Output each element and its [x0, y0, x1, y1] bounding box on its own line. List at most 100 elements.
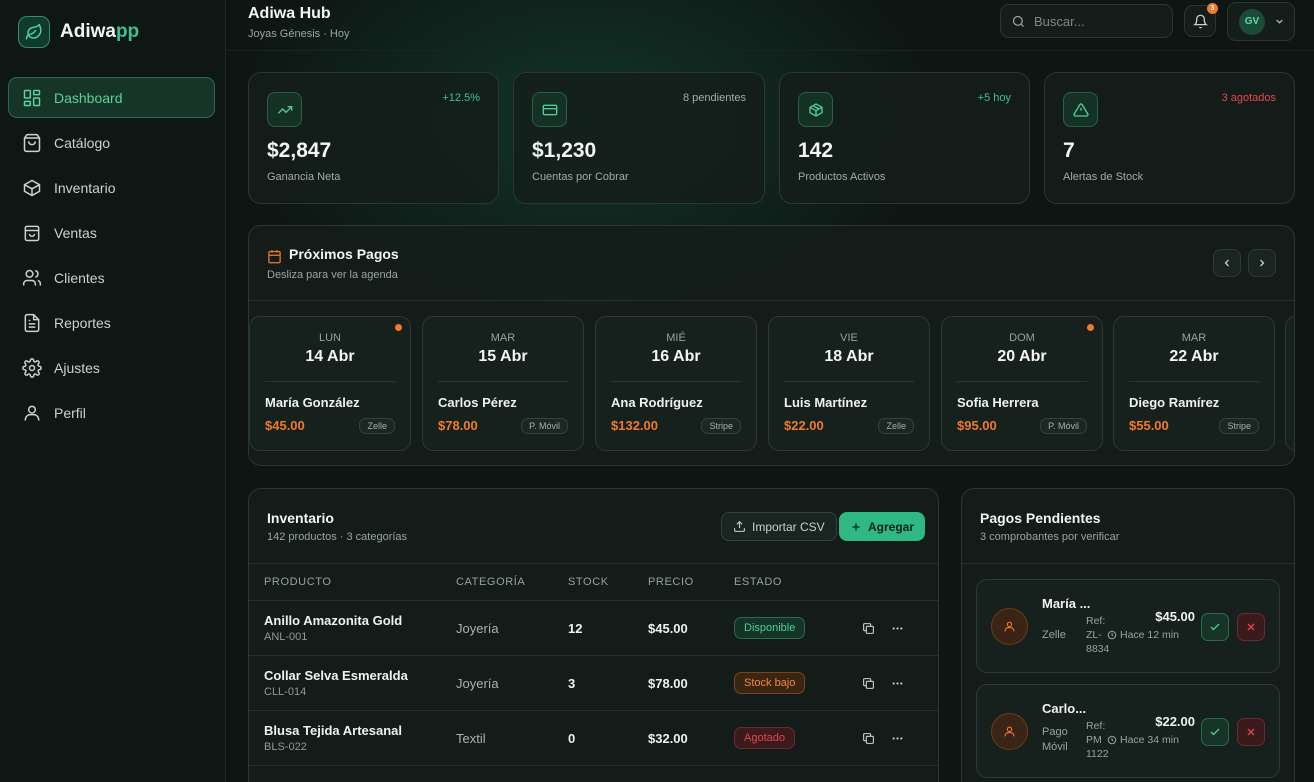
pending-time: Hace 34 min [1107, 734, 1179, 746]
stat-value: $1,230 [532, 139, 597, 162]
table-row[interactable]: Blusa Tejida Artesanal BLS-022 Textil 0 … [249, 710, 938, 765]
add-product-button[interactable]: Agregar [839, 512, 926, 541]
status-badge: Disponible [734, 617, 806, 639]
section-title: Inventario [267, 510, 334, 526]
copy-icon[interactable] [860, 620, 876, 636]
sidebar-item-reportes[interactable]: Reportes [8, 302, 215, 343]
stat-card-cuentas[interactable]: 8 pendientes $1,230 Cuentas por Cobrar [513, 72, 765, 204]
more-icon[interactable] [889, 675, 905, 691]
ref-line: 8834 [1086, 643, 1110, 655]
payment-amount: $78.00 [438, 418, 478, 433]
sidebar-item-clientes[interactable]: Clientes [8, 257, 215, 298]
sidebar-item-label: Clientes [54, 269, 105, 286]
product-name: Collar Selva Esmeralda [264, 668, 408, 683]
pending-amount: $22.00 [1155, 714, 1195, 729]
ref-line: ZL- [1086, 629, 1102, 641]
status-badge: Stock bajo [734, 672, 806, 694]
table-row[interactable]: Anillo Amazonita Gold ANL-001 Joyería 12… [249, 600, 938, 655]
payment-card[interactable]: VIE 18 Abr Luis Martínez $22.00 Zelle [768, 316, 930, 451]
notifications-button[interactable]: 3 [1184, 3, 1218, 37]
product-name: Anillo Amazonita Gold [264, 613, 403, 628]
approve-button[interactable] [1201, 718, 1229, 746]
stat-card-productos[interactable]: +5 hoy 142 Productos Activos [779, 72, 1030, 204]
user-menu-button[interactable]: GV [1227, 2, 1295, 41]
payment-client: Ana Rodríguez [611, 395, 703, 410]
payment-day: DOM [1009, 332, 1035, 344]
upcoming-payments-panel: Próximos Pagos Desliza para ver la agend… [248, 225, 1295, 466]
search-input[interactable] [1034, 13, 1164, 29]
user-icon [991, 608, 1028, 645]
alert-dot [395, 324, 402, 331]
next-button[interactable] [1248, 249, 1276, 277]
sidebar-item-label: Dashboard [54, 89, 123, 106]
copy-icon[interactable] [860, 675, 876, 691]
sidebar-item-label: Catálogo [54, 134, 111, 151]
pending-payment-card[interactable]: María ... Zelle Ref: ZL- 8834 $45.00 Hac… [976, 579, 1280, 673]
product-price: $78.00 [648, 676, 688, 691]
sidebar-item-ventas[interactable]: Ventas [8, 212, 215, 253]
main-content: Adiwa Hub Joyas Génesis · Hoy 3 GV +12.5… [227, 0, 1314, 782]
stat-badge: +5 hoy [977, 92, 1011, 104]
payment-card[interactable]: MAR 15 Abr Carlos Pérez $78.00 P. Móvil [422, 316, 584, 451]
column-header[interactable]: CATEGORÍA [456, 576, 525, 588]
payment-method-badge: Stripe [701, 418, 741, 434]
pending-method: Pago Móvil [1042, 725, 1068, 755]
product-name: Blusa Tejida Artesanal [264, 723, 402, 738]
product-stock: 12 [568, 621, 583, 636]
column-header[interactable]: PRECIO [648, 576, 694, 588]
topbar: Adiwa Hub Joyas Génesis · Hoy 3 GV [227, 0, 1314, 51]
calendar-icon [268, 250, 281, 264]
column-header[interactable]: PRODUCTO [264, 576, 332, 588]
payment-card[interactable]: DOM 20 Abr Sofia Herrera $95.00 P. Móvil [941, 316, 1103, 451]
stat-card-ganancia[interactable]: +12.5% $2,847 Ganancia Neta [248, 72, 499, 204]
sidebar-item-dashboard[interactable]: Dashboard [8, 77, 215, 118]
approve-button[interactable] [1201, 613, 1229, 641]
sidebar-item-inventario[interactable]: Inventario [8, 167, 215, 208]
reject-button[interactable] [1237, 613, 1265, 641]
import-csv-button[interactable]: Importar CSV [721, 512, 837, 541]
search-box[interactable] [1000, 4, 1173, 38]
table-row[interactable]: Collar Selva Esmeralda CLL-014 Joyería 3… [249, 655, 938, 710]
brand[interactable]: Adiwapp [18, 16, 139, 48]
payment-card[interactable]: MAR 22 Abr Diego Ramírez $55.00 Stripe [1113, 316, 1275, 451]
check-icon [1210, 623, 1220, 631]
column-header[interactable]: ESTADO [734, 576, 782, 588]
box-icon [23, 179, 41, 196]
stat-badge: 8 pendientes [683, 92, 746, 104]
table-row[interactable] [249, 765, 938, 782]
payment-card[interactable]: MIÉ 16 Abr Ana Rodríguez $132.00 Stripe [595, 316, 757, 451]
payment-card[interactable]: LUN 14 Abr María González $45.00 Zelle [249, 316, 411, 451]
divider [611, 381, 741, 382]
payment-method-badge: Stripe [1219, 418, 1259, 434]
credit-card-icon [532, 92, 567, 127]
more-icon[interactable] [889, 730, 905, 746]
stat-card-alertas[interactable]: 3 agotados 7 Alertas de Stock [1044, 72, 1295, 204]
sidebar-item-perfil[interactable]: Perfil [8, 392, 215, 433]
ref-line: Ref: [1086, 720, 1106, 732]
pending-client: María ... [1042, 596, 1091, 611]
prev-button[interactable] [1213, 249, 1241, 277]
pending-payment-card[interactable]: Carlo... Pago Móvil Ref: PM 1122 $22.00 … [976, 684, 1280, 778]
button-label: Importar CSV [752, 519, 825, 534]
payment-day: MAR [490, 332, 516, 344]
more-icon[interactable] [889, 620, 905, 636]
column-header[interactable]: STOCK [568, 576, 609, 588]
divider [962, 563, 1294, 564]
inventory-panel: Inventario 142 productos · 3 categorías … [248, 488, 939, 782]
clock-icon [1107, 735, 1117, 745]
payment-amount: $95.00 [957, 418, 997, 433]
user-icon [24, 405, 40, 420]
stat-badge: +12.5% [442, 92, 480, 104]
avatar: GV [1239, 8, 1265, 35]
sidebar-item-ajustes[interactable]: Ajustes [8, 347, 215, 388]
payment-day: VIE [840, 332, 858, 344]
stat-value: $2,847 [267, 139, 332, 162]
sidebar-item-label: Perfil [54, 404, 86, 421]
product-stock: 0 [568, 731, 576, 746]
reject-button[interactable] [1237, 718, 1265, 746]
sidebar-item-label: Ventas [54, 224, 97, 241]
chevron-left-icon [1224, 259, 1229, 267]
copy-icon[interactable] [860, 730, 876, 746]
sidebar-item-catalogo[interactable]: Catálogo [8, 122, 215, 163]
payment-card-partial[interactable] [1285, 316, 1294, 451]
